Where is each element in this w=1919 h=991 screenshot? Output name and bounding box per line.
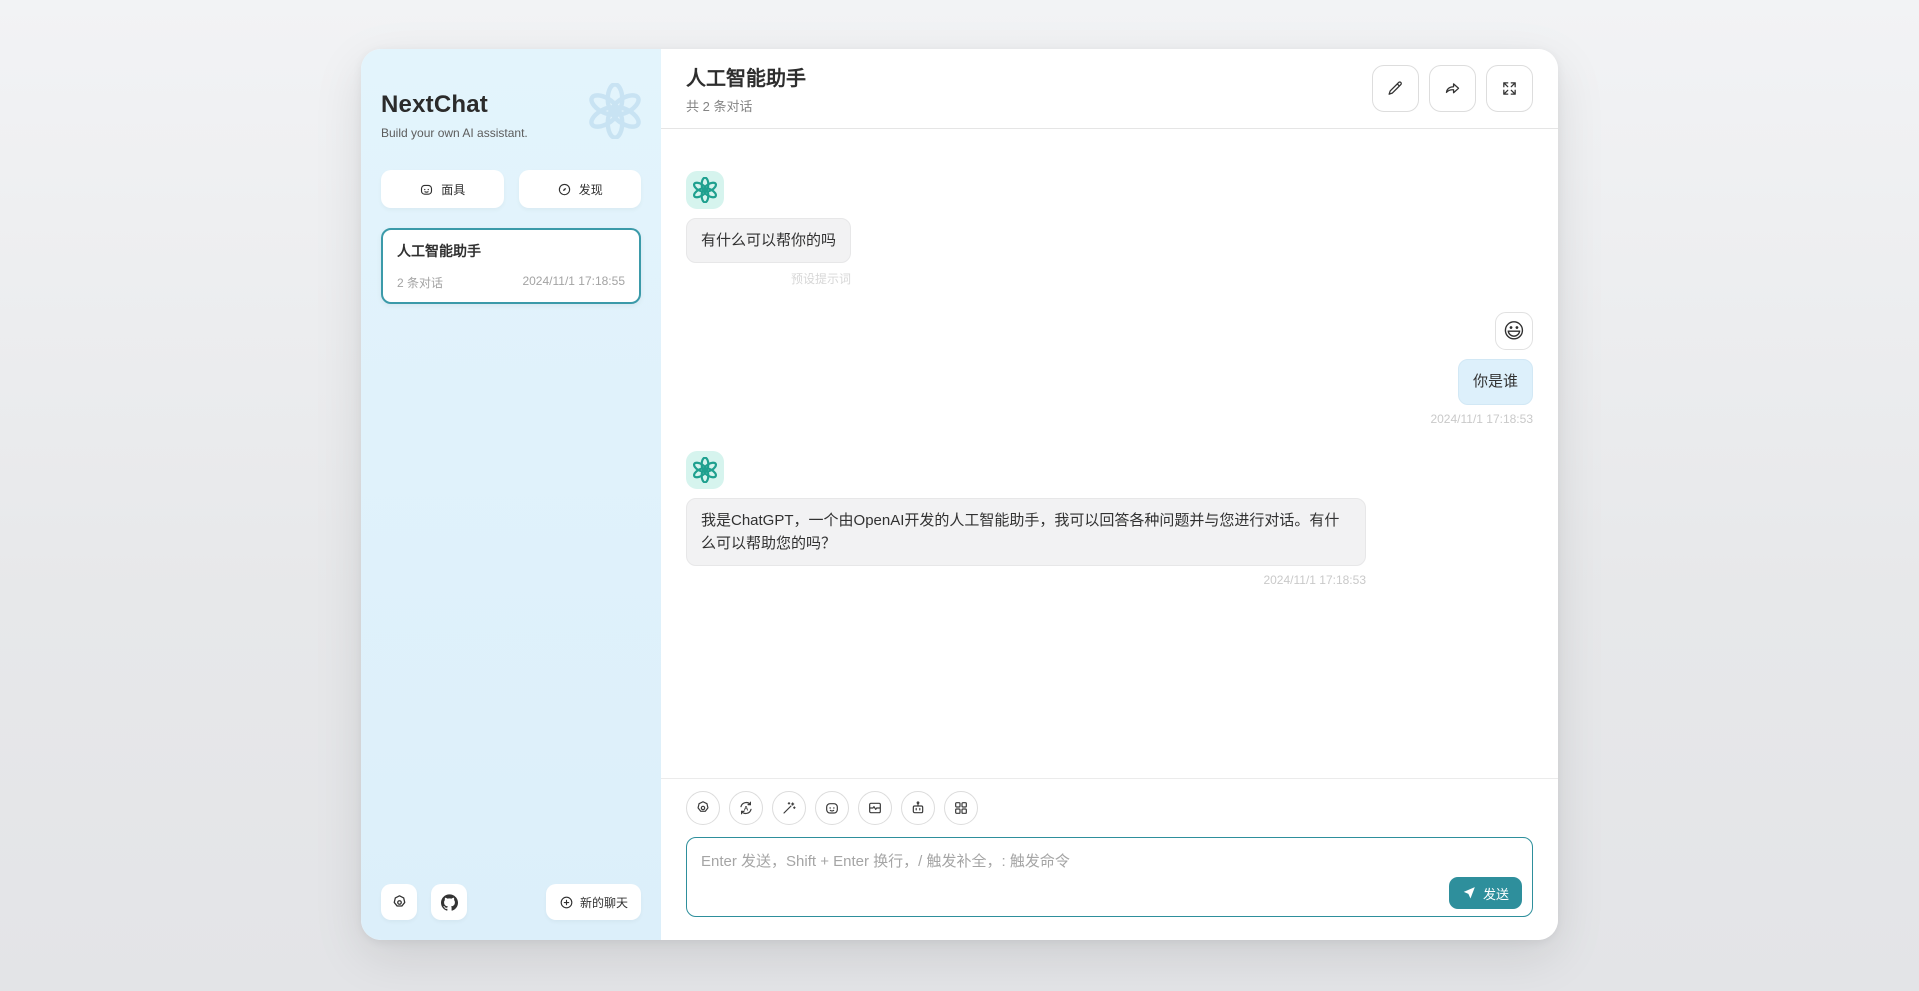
composer: A — [661, 778, 1558, 940]
sidebar-actions: 面具 发现 — [381, 170, 641, 208]
sidebar-footer: 新的聊天 — [381, 884, 641, 920]
send-button-label: 发送 — [1483, 884, 1509, 903]
user-message-bubble[interactable]: 你是谁 — [1458, 359, 1533, 404]
chat-header-actions — [1372, 65, 1533, 112]
theme-toggle-button[interactable]: A — [729, 791, 763, 825]
settings-button[interactable] — [381, 884, 417, 920]
preset-prompt-hint: 预设提示词 — [791, 270, 851, 287]
discover-button[interactable]: 发现 — [519, 170, 642, 208]
chat-header: 人工智能助手 共 2 条对话 — [661, 49, 1558, 129]
share-chat-button[interactable] — [1429, 65, 1476, 112]
bot-message-bubble[interactable]: 有什么可以帮你的吗 — [686, 218, 851, 263]
chat-title[interactable]: 人工智能助手 — [686, 62, 806, 91]
chat-message-count: 共 2 条对话 — [686, 96, 806, 115]
mask-icon — [419, 182, 434, 197]
chat-settings-button[interactable] — [686, 791, 720, 825]
openai-flower-watermark-icon — [587, 83, 643, 139]
openai-flower-icon — [692, 457, 718, 483]
gear-icon — [695, 800, 711, 816]
chat-item-meta: 2 条对话 2024/11/1 17:18:55 — [397, 274, 625, 291]
magic-wand-icon — [781, 800, 797, 816]
user-avatar: 😃 — [1495, 312, 1533, 350]
edit-pencil-icon — [1387, 80, 1404, 97]
input-wrap: 发送 — [686, 837, 1533, 922]
bot-avatar — [686, 171, 724, 209]
paper-plane-icon — [1462, 886, 1476, 900]
new-chat-button[interactable]: 新的聊天 — [546, 884, 641, 920]
discover-button-label: 发现 — [579, 181, 603, 198]
share-forward-icon — [1444, 80, 1461, 97]
model-select-button[interactable] — [901, 791, 935, 825]
plus-circle-icon — [559, 895, 574, 910]
clear-context-icon — [867, 800, 883, 816]
gear-icon — [391, 894, 408, 911]
github-button[interactable] — [431, 884, 467, 920]
chat-input[interactable] — [686, 837, 1533, 917]
user-message: 😃 你是谁 2024/11/1 17:18:53 — [686, 312, 1533, 425]
sidebar: NextChat Build your own AI assistant. — [361, 49, 661, 940]
composer-toolbar: A — [686, 791, 1533, 825]
user-message-timestamp: 2024/11/1 17:18:53 — [1430, 412, 1533, 426]
clear-context-button[interactable] — [858, 791, 892, 825]
chat-list: 人工智能助手 2 条对话 2024/11/1 17:18:55 — [381, 228, 641, 884]
prompt-wand-button[interactable] — [772, 791, 806, 825]
theme-auto-icon: A — [738, 800, 754, 816]
rename-chat-button[interactable] — [1372, 65, 1419, 112]
chat-main: 人工智能助手 共 2 条对话 — [661, 49, 1558, 940]
openai-flower-icon — [692, 177, 718, 203]
sidebar-header: NextChat Build your own AI assistant. — [381, 91, 641, 140]
new-chat-button-label: 新的聊天 — [580, 894, 628, 911]
fullscreen-expand-icon — [1501, 80, 1518, 97]
discover-icon — [557, 182, 572, 197]
shortcut-grid-button[interactable] — [944, 791, 978, 825]
bot-message-body: 我是ChatGPT，一个由OpenAI开发的人工智能助手，我可以回答各种问题并与… — [686, 489, 1366, 588]
chat-list-item-selected[interactable]: 人工智能助手 2 条对话 2024/11/1 17:18:55 — [381, 228, 641, 304]
bot-message-bubble[interactable]: 我是ChatGPT，一个由OpenAI开发的人工智能助手，我可以回答各种问题并与… — [686, 498, 1366, 567]
chat-header-text: 人工智能助手 共 2 条对话 — [686, 62, 806, 115]
mask-icon — [824, 800, 840, 816]
bot-message: 我是ChatGPT，一个由OpenAI开发的人工智能助手，我可以回答各种问题并与… — [686, 451, 1533, 588]
robot-icon — [910, 800, 926, 816]
chat-item-time: 2024/11/1 17:18:55 — [522, 274, 625, 291]
bot-message-timestamp: 2024/11/1 17:18:53 — [1263, 573, 1366, 587]
send-button[interactable]: 发送 — [1449, 877, 1522, 909]
svg-text:A: A — [744, 805, 749, 812]
chat-item-title: 人工智能助手 — [397, 241, 625, 261]
bot-message-body: 有什么可以帮你的吗 预设提示词 — [686, 209, 851, 287]
chat-masks-button[interactable] — [815, 791, 849, 825]
chat-message-list[interactable]: 有什么可以帮你的吗 预设提示词 😃 你是谁 2024/11/1 17:18:53 — [661, 129, 1558, 778]
nextchat-window: NextChat Build your own AI assistant. — [361, 49, 1558, 940]
fullscreen-button[interactable] — [1486, 65, 1533, 112]
github-icon — [441, 894, 458, 911]
bot-message: 有什么可以帮你的吗 预设提示词 — [686, 171, 1533, 287]
bot-avatar — [686, 451, 724, 489]
grid-apps-icon — [953, 800, 969, 816]
masks-button-label: 面具 — [441, 181, 465, 198]
masks-button[interactable]: 面具 — [381, 170, 504, 208]
chat-item-count: 2 条对话 — [397, 274, 443, 291]
